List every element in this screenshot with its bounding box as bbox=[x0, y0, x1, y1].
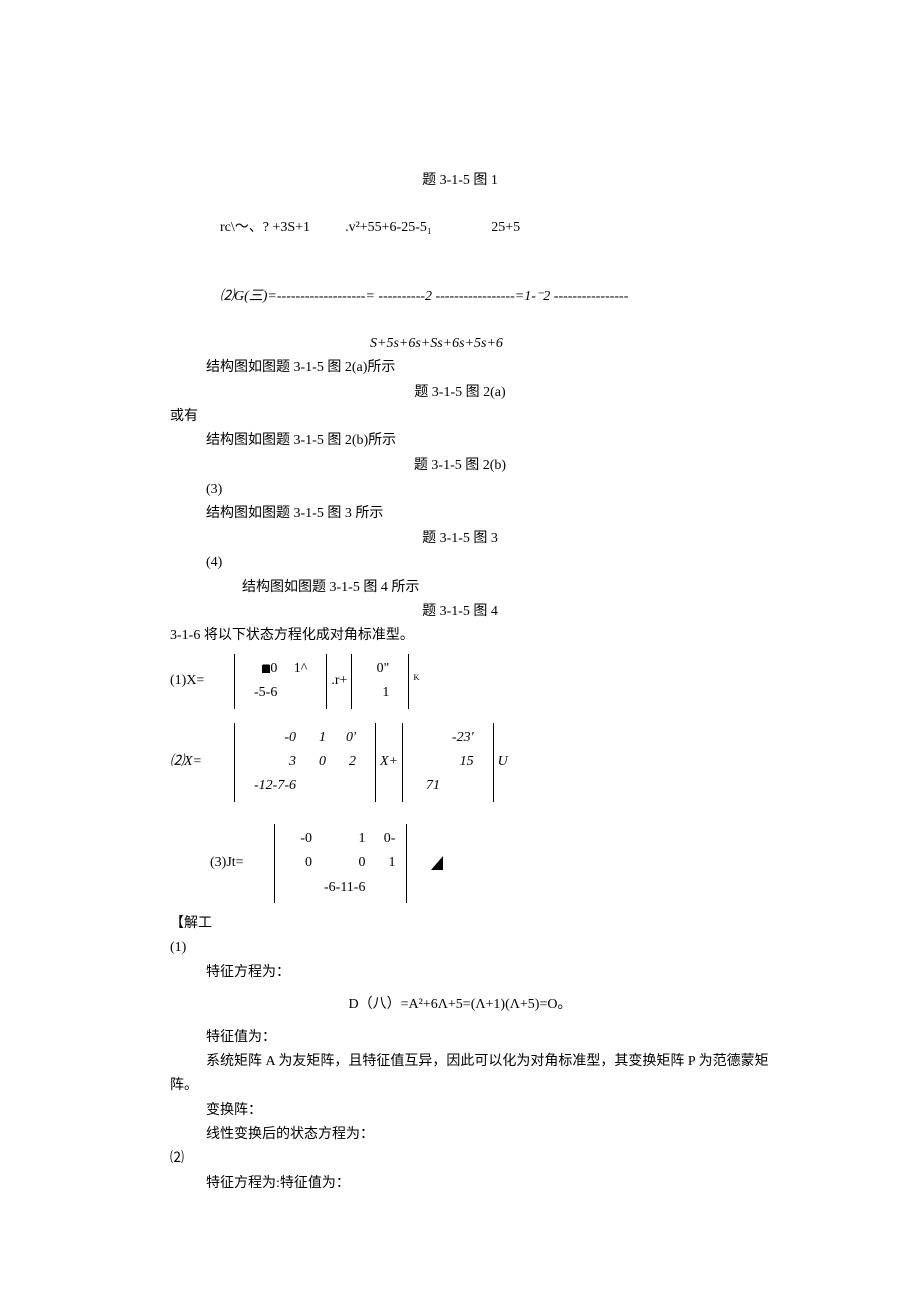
eq3-a11: 0 bbox=[324, 852, 365, 874]
eq2-a21 bbox=[308, 775, 326, 797]
struct-3-text: 结构图如图题 3-1-5 图 3 所示 bbox=[170, 503, 750, 525]
eq1-b10: 1 bbox=[371, 682, 389, 704]
section-2-marker: ⑵ bbox=[170, 1148, 750, 1170]
eq2-b21 bbox=[452, 775, 474, 797]
eq3-a00: -0 bbox=[294, 828, 312, 850]
g-top-left: rc\～、? +3S+1 bbox=[220, 220, 310, 235]
eq3-a20 bbox=[294, 877, 312, 899]
eq3-label: (3)Jt= bbox=[210, 852, 270, 874]
eq1-a00: ■0 bbox=[262, 661, 277, 676]
eq2-b10 bbox=[422, 751, 440, 773]
equation-3: (3)Jt= -0 1 0- 0 0 1 -6-11-6 bbox=[170, 824, 750, 903]
eq2-matrix-A: -0 1 0' 3 0 2 -12-7-6 bbox=[234, 723, 376, 802]
eq3-a22 bbox=[377, 877, 395, 899]
figure-2a-caption: 题 3-1-5 图 2(a) bbox=[170, 382, 750, 404]
g-top-mid: .v²+55+6-25-5₁ bbox=[345, 220, 432, 235]
after-transform-text: 线性变换后的状态方程为： bbox=[170, 1124, 750, 1146]
eq2-a12: 2 bbox=[338, 751, 356, 773]
eq3-a10: 0 bbox=[294, 852, 312, 874]
eq2-label: ⑵X= bbox=[170, 751, 230, 773]
eq3-matrix-A: -0 1 0- 0 0 1 -6-11-6 bbox=[274, 824, 407, 903]
eq3-a21: -6-11-6 bbox=[324, 877, 365, 899]
item-4-marker: (4) bbox=[170, 552, 750, 574]
g-expr-mid-row: ⑵G(三)=-------------------= ----------2 -… bbox=[170, 264, 750, 331]
eq1-label: (1)X= bbox=[170, 670, 230, 692]
q316-title: 3-1-6 将以下状态方程化成对角标准型。 bbox=[170, 625, 750, 647]
eq2-b11: 15 bbox=[452, 751, 474, 773]
transform-label: 变换阵： bbox=[170, 1100, 750, 1122]
eq1-a01: 1^ bbox=[289, 658, 307, 680]
eq1-b00: 0" bbox=[371, 658, 389, 680]
solution-marker: 【解工 bbox=[170, 913, 750, 935]
struct-2b-text: 结构图如图题 3-1-5 图 2(b)所示 bbox=[170, 430, 750, 452]
triangle-icon bbox=[431, 856, 443, 870]
g-label: ⑵G(三)=- bbox=[220, 289, 282, 304]
eq2-matrix-B: -23' 15 71 bbox=[402, 723, 494, 802]
eq1-a11 bbox=[289, 682, 307, 704]
eq3-a01: 1 bbox=[324, 828, 365, 850]
equation-2: ⑵X= -0 1 0' 3 0 2 -12-7-6 bbox=[170, 723, 750, 802]
eq3-a02: 0- bbox=[377, 828, 395, 850]
equation-1: (1)X= ■0 1^ -5-6 .r+ 0" 1 ᴷ bbox=[170, 654, 750, 709]
struct-2a-text: 结构图如图题 3-1-5 图 2(a)所示 bbox=[170, 357, 750, 379]
friend-matrix-tail: 阵。 bbox=[170, 1075, 750, 1097]
struct-4-text: 结构图如图题 3-1-5 图 4 所示 bbox=[170, 577, 750, 599]
eq2-a02: 0' bbox=[338, 727, 356, 749]
eq3-a12: 1 bbox=[377, 852, 395, 874]
or-have: 或有 bbox=[170, 406, 750, 428]
eq1-matrix-A: ■0 1^ -5-6 bbox=[234, 654, 327, 709]
friend-matrix-text: 系统矩阵 A 为友矩阵，且特征值互异，因此可以化为对角标准型，其变换矩阵 P 为… bbox=[170, 1051, 750, 1073]
figure-1-caption: 题 3-1-5 图 1 bbox=[170, 170, 750, 192]
figure-3-caption: 题 3-1-5 图 3 bbox=[170, 528, 750, 550]
eq1-tail: ᴷ bbox=[413, 670, 419, 692]
eq1-mid: .r+ bbox=[331, 670, 347, 692]
g-line-mid: ------------------= ----------2 --------… bbox=[282, 289, 629, 304]
eq2-a10: 3 bbox=[254, 751, 296, 773]
eq2-b00 bbox=[422, 727, 440, 749]
g-expr-denom: S+5s+6s+Ss+6s+5s+6 bbox=[170, 333, 750, 355]
eq1-a10: -5-6 bbox=[254, 682, 277, 704]
char-eq-label-2: 特征方程为:特征值为： bbox=[170, 1173, 750, 1195]
section-1-marker: (1) bbox=[170, 937, 750, 959]
figure-2b-caption: 题 3-1-5 图 2(b) bbox=[170, 455, 750, 477]
eq2-tail: U bbox=[498, 751, 508, 773]
char-eq-label: 特征方程为： bbox=[170, 962, 750, 984]
figure-4-caption: 题 3-1-5 图 4 bbox=[170, 601, 750, 623]
eq2-a01: 1 bbox=[308, 727, 326, 749]
eq2-a11: 0 bbox=[308, 751, 326, 773]
eq2-b01: -23' bbox=[452, 727, 474, 749]
eq2-b20: 71 bbox=[422, 775, 440, 797]
eq2-mid: X+ bbox=[380, 751, 398, 773]
eq2-a00: -0 bbox=[254, 727, 296, 749]
eq2-a22 bbox=[338, 775, 356, 797]
eq2-a20: -12-7-6 bbox=[254, 775, 296, 797]
g-expr-top-row: rc\～、? +3S+1 .v²+55+6-25-5₁ 25+5 bbox=[170, 194, 750, 261]
item-3-marker: (3) bbox=[170, 479, 750, 501]
char-eq-formula: D（八）=A²+6Λ+5=(Λ+1)(Λ+5)=O。 bbox=[170, 994, 750, 1016]
eigen-label: 特征值为： bbox=[170, 1027, 750, 1049]
g-top-right: 25+5 bbox=[491, 220, 520, 235]
eq1-matrix-B: 0" 1 bbox=[351, 654, 409, 709]
